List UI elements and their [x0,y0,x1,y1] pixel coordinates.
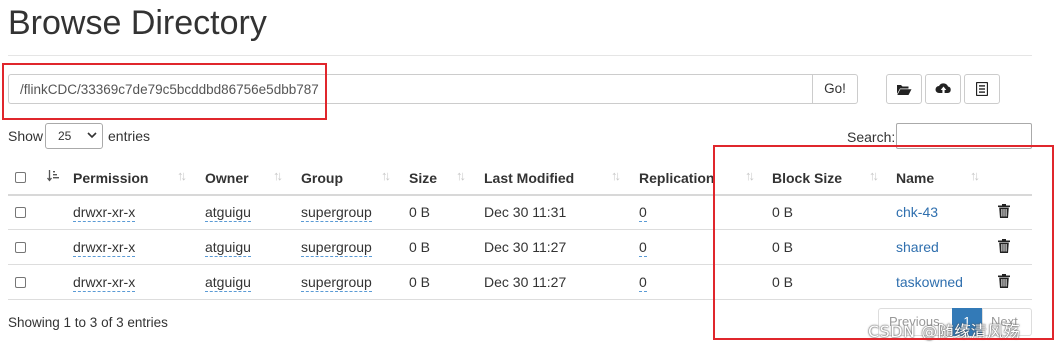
sort-arrows-icon[interactable]: ↑↓ [177,168,187,183]
group-cell[interactable]: supergroup [301,274,372,292]
upload-button[interactable] [925,74,961,104]
search-input[interactable] [896,123,1032,149]
block-size-cell: 0 B [772,204,794,220]
column-header-block-size[interactable]: Block Size [772,170,842,186]
permission-cell[interactable]: drwxr-xr-x [73,204,136,222]
name-link[interactable]: chk-43 [896,204,938,220]
create-directory-button[interactable] [886,74,922,104]
permission-cell[interactable]: drwxr-xr-x [73,239,136,257]
modified-cell: Dec 30 11:27 [484,274,567,290]
csdn-watermark: CSDN @随缘清风殇 [868,322,1021,341]
table-info: Showing 1 to 3 of 3 entries [8,315,168,330]
owner-cell[interactable]: atguigu [205,204,251,222]
replication-cell[interactable]: 0 [639,204,647,222]
permission-cell[interactable]: drwxr-xr-x [73,274,136,292]
block-size-cell: 0 B [772,239,794,255]
name-link[interactable]: taskowned [896,274,963,290]
sort-arrows-icon[interactable]: ↑↓ [273,168,283,183]
group-cell[interactable]: supergroup [301,239,372,257]
row-divider [8,299,1032,300]
column-header-last-modified[interactable]: Last Modified [484,170,574,186]
column-header-name[interactable]: Name [896,170,934,186]
row-divider [8,264,1032,265]
table-header-divider [8,194,1032,196]
sort-arrows-icon[interactable]: ↑↓ [611,168,621,183]
row-checkbox[interactable] [15,207,26,218]
modified-cell: Dec 30 11:27 [484,239,567,255]
sort-amount-icon [46,170,59,182]
search-label: Search: [847,129,896,145]
folder-open-icon [897,84,912,95]
go-button[interactable]: Go! [812,74,858,104]
column-header-owner[interactable]: Owner [205,170,249,186]
column-header-size[interactable]: Size [409,170,437,186]
row-divider [8,229,1032,230]
trash-icon[interactable] [998,239,1010,253]
trash-icon[interactable] [998,204,1010,218]
sort-arrows-icon[interactable]: ↑↓ [456,168,466,183]
replication-cell[interactable]: 0 [639,239,647,257]
name-link[interactable]: shared [896,239,939,255]
entries-select-value: 25 [58,129,72,143]
row-checkbox[interactable] [15,242,26,253]
cut-paste-button[interactable] [964,74,1000,104]
title-divider [8,55,1032,56]
column-header-permission[interactable]: Permission [73,170,148,186]
select-all-checkbox[interactable] [15,172,26,183]
show-label: Show [8,128,44,144]
page-title: Browse Directory [8,4,267,42]
sort-icon[interactable] [46,169,60,185]
row-checkbox[interactable] [15,277,26,288]
column-header-replication[interactable]: Replication [639,170,714,186]
chevron-down-icon [87,132,97,139]
modified-cell: Dec 30 11:31 [484,204,567,220]
column-header-group[interactable]: Group [301,170,343,186]
entries-select[interactable]: 25 [45,123,103,149]
group-cell[interactable]: supergroup [301,204,372,222]
replication-cell[interactable]: 0 [639,274,647,292]
owner-cell[interactable]: atguigu [205,274,251,292]
size-cell: 0 B [409,239,431,255]
sort-arrows-icon[interactable]: ↑↓ [745,168,755,183]
sort-arrows-icon[interactable]: ↑↓ [869,168,879,183]
size-cell: 0 B [409,204,431,220]
trash-icon[interactable] [998,274,1010,288]
sort-arrows-icon[interactable]: ↑↓ [970,168,980,183]
sort-arrows-icon[interactable]: ↑↓ [381,168,391,183]
owner-cell[interactable]: atguigu [205,239,251,257]
size-cell: 0 B [409,274,431,290]
block-size-cell: 0 B [772,274,794,290]
entries-label: entries [108,128,151,144]
list-icon [976,82,988,96]
path-input[interactable] [8,74,812,104]
upload-icon [935,83,951,95]
